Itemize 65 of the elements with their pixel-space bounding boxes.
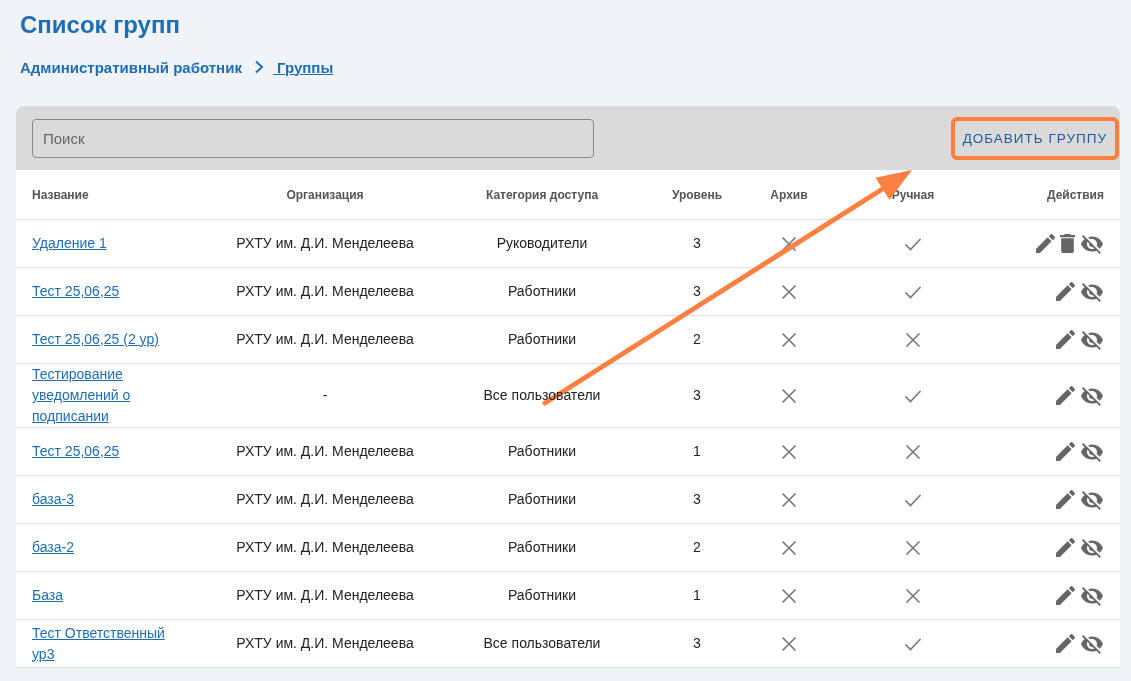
- edit-icon[interactable]: [1056, 442, 1075, 461]
- category-text: Работники: [507, 491, 577, 507]
- column-header: Организация: [217, 170, 433, 220]
- search-field[interactable]: Поиск: [32, 118, 594, 158]
- group-name-link[interactable]: База: [32, 585, 64, 606]
- organization-text: РХТУ им. Д.И. Менделеева: [236, 635, 414, 651]
- edit-icon[interactable]: [1056, 490, 1075, 509]
- group-name-link[interactable]: Тест Ответственный ур3: [32, 622, 172, 665]
- category-text: Работники: [507, 443, 577, 459]
- column-header: Категория доступа: [433, 170, 651, 220]
- breadcrumb-link[interactable]: Группы: [272, 58, 334, 76]
- level-text: 1: [693, 443, 701, 459]
- group-name-link[interactable]: база-2: [32, 537, 74, 558]
- edit-icon[interactable]: [1056, 586, 1075, 605]
- page-title: Список групп: [19, 10, 181, 39]
- level-text: 1: [693, 587, 701, 603]
- organization-text: РХТУ им. Д.И. Менделеева: [236, 539, 414, 555]
- category-text: Работники: [507, 283, 577, 299]
- level-text: 3: [693, 491, 701, 507]
- level-text: 3: [693, 235, 701, 251]
- column-header: Название: [16, 170, 217, 220]
- trash-icon[interactable]: [1060, 234, 1075, 253]
- eye-off-icon[interactable]: [1080, 233, 1104, 254]
- group-name-link[interactable]: Тестирование уведомлений о подписании: [32, 364, 172, 427]
- category-text: Работники: [507, 539, 577, 555]
- group-name-link[interactable]: Тест 25,06,25: [32, 441, 120, 462]
- edit-icon[interactable]: [1056, 330, 1075, 349]
- eye-off-icon[interactable]: [1080, 441, 1104, 462]
- edit-icon[interactable]: [1036, 234, 1055, 253]
- category-text: Все пользователи: [483, 635, 601, 651]
- organization-text: РХТУ им. Д.И. Менделеева: [236, 331, 414, 347]
- edit-icon[interactable]: [1056, 386, 1075, 405]
- eye-off-icon[interactable]: [1080, 489, 1104, 510]
- level-text: 2: [693, 539, 701, 555]
- group-name-link[interactable]: Удаление 1: [32, 233, 107, 254]
- column-header: Архив: [743, 170, 835, 220]
- category-text: Руководители: [496, 235, 588, 251]
- edit-icon[interactable]: [1056, 538, 1075, 557]
- edit-icon[interactable]: [1056, 282, 1075, 301]
- organization-text: РХТУ им. Д.И. Менделеева: [236, 491, 414, 507]
- eye-off-icon[interactable]: [1080, 329, 1104, 350]
- edit-icon[interactable]: [1056, 634, 1075, 653]
- eye-off-icon[interactable]: [1080, 281, 1104, 302]
- chevron-right-icon: [253, 60, 264, 74]
- organization-text: РХТУ им. Д.И. Менделеева: [236, 235, 414, 251]
- organization-text: РХТУ им. Д.И. Менделеева: [236, 283, 414, 299]
- organization-text: РХТУ им. Д.И. Менделеева: [236, 443, 414, 459]
- category-text: Работники: [507, 331, 577, 347]
- eye-off-icon[interactable]: [1080, 633, 1104, 654]
- category-text: Работники: [507, 587, 577, 603]
- level-text: 3: [693, 283, 701, 299]
- column-header: Уровень: [651, 170, 743, 220]
- group-name-link[interactable]: Тест 25,06,25: [32, 281, 120, 302]
- level-text: 3: [693, 635, 701, 651]
- level-text: 2: [693, 331, 701, 347]
- eye-off-icon[interactable]: [1080, 537, 1104, 558]
- organization-text: -: [322, 387, 328, 403]
- group-name-link[interactable]: база-3: [32, 489, 74, 510]
- breadcrumb-item: Административный работник: [20, 58, 242, 76]
- organization-text: РХТУ им. Д.И. Менделеева: [236, 587, 414, 603]
- eye-off-icon[interactable]: [1080, 585, 1104, 606]
- group-name-link[interactable]: Тест 25,06,25 (2 ур): [32, 329, 159, 350]
- eye-off-icon[interactable]: [1080, 385, 1104, 406]
- column-header: Действия: [991, 170, 1120, 220]
- level-text: 3: [693, 387, 701, 403]
